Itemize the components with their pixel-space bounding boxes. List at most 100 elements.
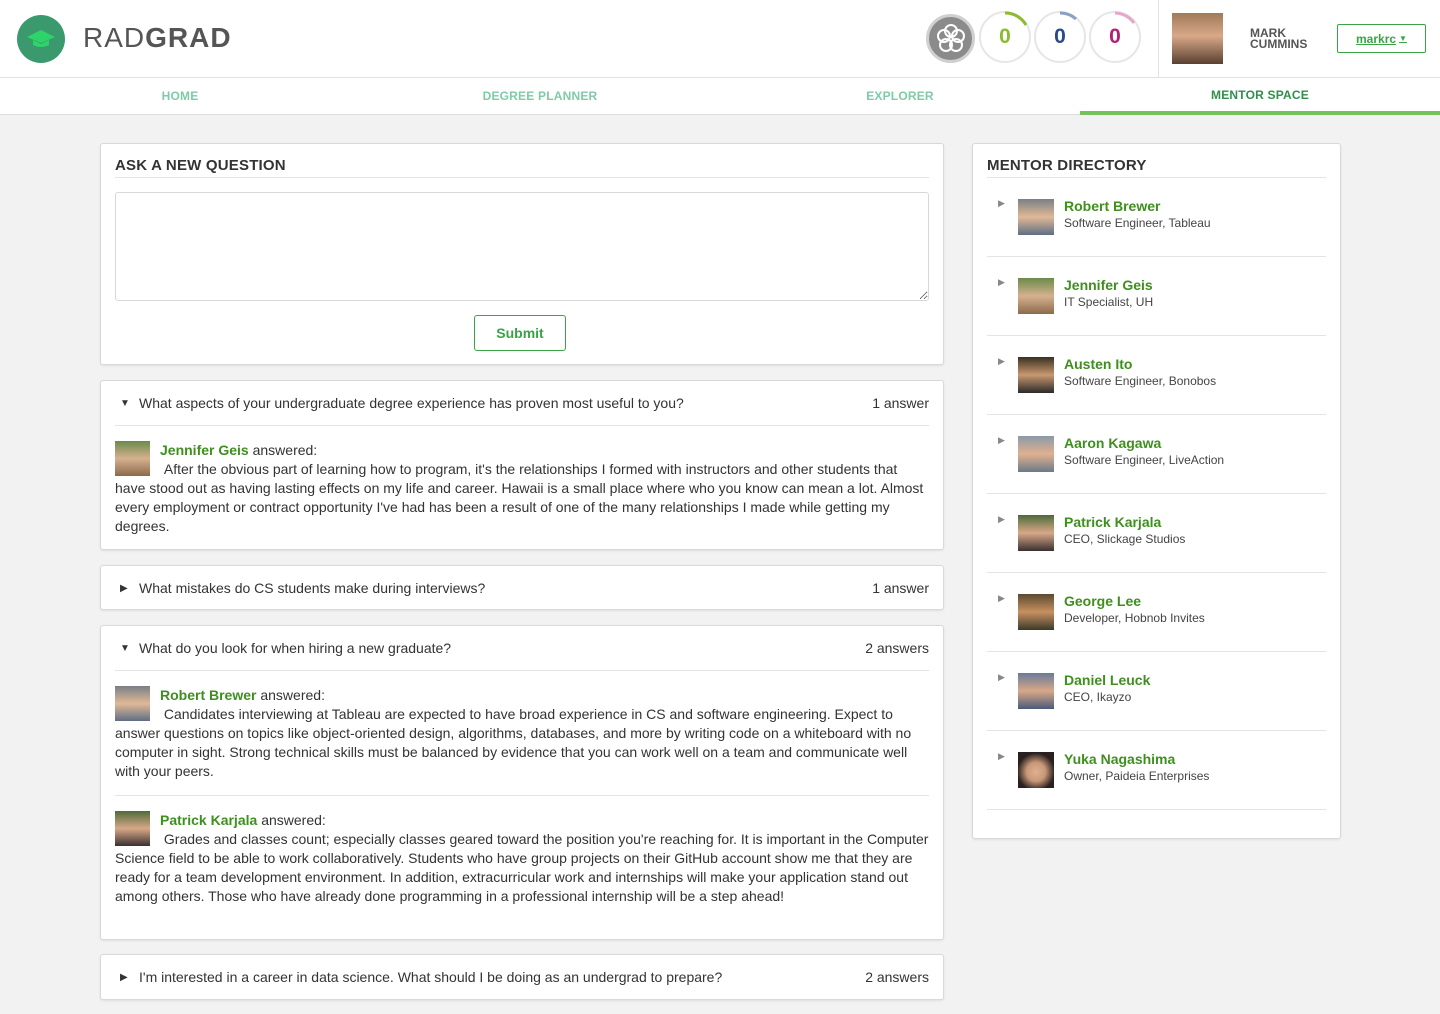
score-innovation[interactable]: 0 (979, 11, 1031, 63)
mentor-avatar (1018, 436, 1054, 472)
header-divider (1158, 0, 1159, 78)
submit-button[interactable]: Submit (474, 315, 566, 351)
mentor-avatar (115, 686, 150, 721)
mentor-item[interactable]: ▶ Patrick Karjala CEO, Slickage Studios (987, 494, 1326, 573)
mentor-title: CEO, Ikayzo (1064, 690, 1132, 704)
mentor-avatar (115, 441, 150, 476)
brand-name[interactable]: RADGRAD (83, 22, 232, 54)
answer-text: Candidates interviewing at Tableau are e… (115, 706, 912, 779)
question-card-4: ▶ I'm interested in a career in data sci… (100, 954, 944, 1000)
mentor-name: George Lee (1064, 593, 1142, 609)
mentor-item[interactable]: ▶ Daniel Leuck CEO, Ikayzo (987, 652, 1326, 731)
question-textarea[interactable] (115, 192, 929, 301)
question-header-4[interactable]: ▶ I'm interested in a career in data sci… (101, 955, 943, 999)
tab-explorer[interactable]: EXPLORER (720, 78, 1080, 114)
caret-right-icon: ▶ (998, 277, 1005, 287)
answer-item: Patrick Karjala answered: Grades and cla… (115, 811, 929, 906)
mentor-title: IT Specialist, UH (1064, 295, 1154, 309)
mentor-avatar (1018, 199, 1054, 235)
answer-count: 2 answers (865, 969, 929, 985)
brand-name-light: RAD (83, 22, 146, 53)
tab-mentor-space[interactable]: MENTOR SPACE (1080, 78, 1440, 115)
mentor-avatar (115, 811, 150, 846)
caret-right-icon: ▶ (998, 435, 1005, 445)
answer-author[interactable]: Jennifer Geis (160, 442, 249, 458)
mentor-title: Software Engineer, Bonobos (1064, 374, 1217, 388)
question-text: I'm interested in a career in data scien… (139, 969, 723, 985)
question-divider (115, 425, 929, 426)
question-header-1[interactable]: ▼ What aspects of your undergraduate deg… (101, 381, 943, 425)
submit-label: Submit (496, 325, 544, 341)
answer-text: After the obvious part of learning how t… (115, 461, 924, 534)
mentor-avatar (1018, 673, 1054, 709)
mentor-name: Jennifer Geis (1064, 277, 1153, 293)
mentor-item[interactable]: ▶ Jennifer Geis IT Specialist, UH (987, 257, 1326, 336)
caret-right-icon: ▶ (998, 356, 1005, 366)
mentor-name: Yuka Nagashima (1064, 751, 1176, 767)
flower-badge-icon[interactable] (926, 14, 975, 63)
brand-name-bold: GRAD (145, 22, 232, 53)
question-divider (115, 670, 929, 671)
caret-right-icon: ▶ (120, 971, 128, 983)
user-menu-label: markrc (1356, 31, 1397, 46)
answer-suffix: answered: (261, 812, 326, 828)
caret-right-icon: ▶ (998, 593, 1005, 603)
caret-right-icon: ▶ (998, 751, 1005, 761)
mentor-item[interactable]: ▶ Austen Ito Software Engineer, Bonobos (987, 336, 1326, 415)
question-header-3[interactable]: ▼ What do you look for when hiring a new… (101, 626, 943, 670)
question-header-2[interactable]: ▶ What mistakes do CS students make duri… (101, 566, 943, 610)
mentor-name: Daniel Leuck (1064, 672, 1151, 688)
answer-author[interactable]: Robert Brewer (160, 687, 256, 703)
mentor-avatar (1018, 278, 1054, 314)
mentor-title: Software Engineer, LiveAction (1064, 453, 1225, 467)
answer-count: 1 answer (872, 580, 929, 596)
answer-item: Robert Brewer answered: Candidates inter… (115, 686, 929, 781)
caret-down-icon: ▼ (120, 397, 130, 409)
score-competency[interactable]: 0 (1034, 11, 1086, 63)
top-header: RADGRAD 0 0 0 MARK CUMMINS markrc ▼ (0, 0, 1440, 78)
mentor-item[interactable]: ▶ George Lee Developer, Hobnob Invites (987, 573, 1326, 652)
question-card-1: ▼ What aspects of your undergraduate deg… (100, 380, 944, 550)
user-menu-button[interactable]: markrc ▼ (1337, 24, 1426, 53)
tab-home[interactable]: HOME (0, 78, 360, 114)
mentor-title: Developer, Hobnob Invites (1064, 611, 1205, 625)
caret-right-icon: ▶ (998, 514, 1005, 524)
user-avatar[interactable] (1172, 13, 1223, 64)
mentor-avatar (1018, 357, 1054, 393)
mentor-name: Aaron Kagawa (1064, 435, 1162, 451)
answer-suffix: answered: (252, 442, 318, 458)
mentor-name: Robert Brewer (1064, 198, 1161, 214)
mentor-directory-card: MENTOR DIRECTORY ▶ Robert Brewer Softwar… (972, 143, 1341, 839)
answer-suffix: answered: (260, 687, 325, 703)
question-card-3: ▼ What do you look for when hiring a new… (100, 625, 944, 940)
caret-right-icon: ▶ (120, 582, 128, 594)
mentor-avatar (1018, 752, 1054, 788)
answer-count: 2 answers (865, 640, 929, 656)
radgrad-logo-icon[interactable] (17, 15, 65, 63)
mentor-avatar (1018, 594, 1054, 630)
question-card-2: ▶ What mistakes do CS students make duri… (100, 565, 944, 610)
answer-author[interactable]: Patrick Karjala (160, 812, 257, 828)
ask-title-divider (115, 177, 929, 178)
mentor-title: Software Engineer, Tableau (1064, 216, 1211, 230)
mentor-directory-title: MENTOR DIRECTORY (987, 157, 1147, 174)
mentor-name: Austen Ito (1064, 356, 1133, 372)
mentor-title: Owner, Paideia Enterprises (1064, 769, 1210, 783)
user-full-name: MARK CUMMINS (1250, 26, 1308, 51)
score-experience[interactable]: 0 (1089, 11, 1141, 63)
main-nav: HOME DEGREE PLANNER EXPLORER MENTOR SPAC… (0, 78, 1440, 115)
ask-question-card: ASK A NEW QUESTION Submit (100, 143, 944, 365)
answer-count: 1 answer (872, 395, 929, 411)
mentor-item[interactable]: ▶ Aaron Kagawa Software Engineer, LiveAc… (987, 415, 1326, 494)
answer-divider (115, 795, 929, 796)
mentor-item[interactable]: ▶ Yuka Nagashima Owner, Paideia Enterpri… (987, 731, 1326, 810)
ask-question-title: ASK A NEW QUESTION (115, 157, 286, 174)
question-text: What do you look for when hiring a new g… (139, 640, 452, 656)
question-text: What aspects of your undergraduate degre… (139, 395, 684, 411)
answer-item: Jennifer Geis answered: After the obviou… (115, 441, 929, 536)
tab-degree-planner[interactable]: DEGREE PLANNER (360, 78, 720, 114)
mentor-avatar (1018, 515, 1054, 551)
mentor-title: CEO, Slickage Studios (1064, 532, 1186, 546)
mentor-item[interactable]: ▶ Robert Brewer Software Engineer, Table… (987, 178, 1326, 257)
caret-down-icon: ▼ (120, 642, 130, 654)
